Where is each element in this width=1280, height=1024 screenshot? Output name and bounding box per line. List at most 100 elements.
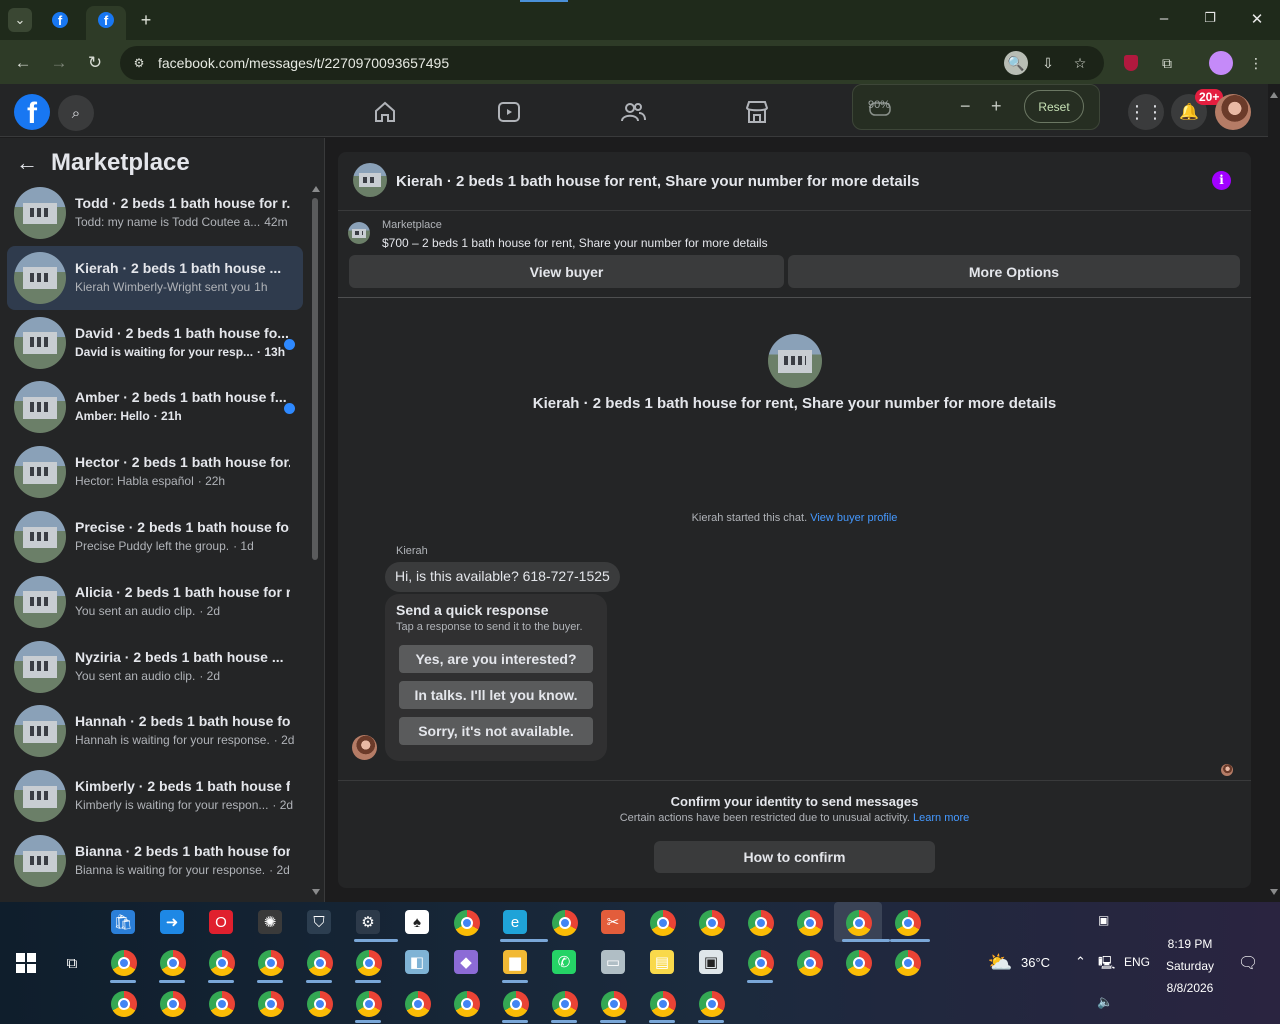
browser-menu-icon[interactable]: ⋮ — [1244, 51, 1268, 75]
new-tab-button[interactable]: + — [134, 8, 158, 32]
cards-taskbar-icon[interactable]: ♠ — [405, 910, 429, 934]
info-icon[interactable]: i — [1212, 171, 1231, 190]
facebook-logo[interactable]: f — [14, 94, 50, 130]
shield-taskbar-icon[interactable]: ⛉ — [307, 910, 331, 934]
chrome-taskbar-icon[interactable] — [699, 991, 725, 1017]
page-scroll-up-icon[interactable] — [1270, 92, 1278, 98]
chrome-taskbar-icon[interactable] — [503, 991, 529, 1017]
volume-icon[interactable]: 🔈 — [1097, 994, 1113, 1010]
chrome-taskbar-icon[interactable] — [601, 991, 627, 1017]
chrome-taskbar-icon[interactable] — [307, 950, 333, 976]
minimize-button[interactable]: – — [1154, 10, 1174, 27]
tray-app-icon[interactable]: ▣ — [1098, 913, 1109, 927]
learn-more-link[interactable]: Learn more — [913, 812, 969, 824]
copilot-taskbar-icon[interactable]: ◆ — [454, 950, 478, 974]
search-icon[interactable]: ⌕ — [58, 95, 94, 131]
scroll-up-arrow-icon[interactable] — [312, 186, 320, 192]
scroll-down-arrow-icon[interactable] — [312, 889, 320, 895]
url-text[interactable]: facebook.com/messages/t/2270970093657495 — [158, 55, 449, 71]
doc-taskbar-icon[interactable]: ◧ — [405, 950, 429, 974]
language-indicator[interactable]: ENG — [1124, 955, 1150, 969]
notification-center-icon[interactable]: 🗨 — [1238, 953, 1258, 973]
weather-icon[interactable]: ⛅ — [988, 950, 1013, 974]
whatsapp-taskbar-icon[interactable]: ✆ — [552, 950, 576, 974]
tab-search-dropdown[interactable]: ⌄ — [8, 8, 32, 32]
chrome-taskbar-icon[interactable] — [111, 991, 137, 1017]
more-options-button[interactable]: More Options — [788, 255, 1240, 288]
chrome-taskbar-icon[interactable] — [552, 991, 578, 1017]
bookmark-star-icon[interactable]: ☆ — [1068, 51, 1092, 75]
task-view-icon[interactable]: ⧉ — [60, 951, 84, 975]
chrome-taskbar-icon[interactable] — [797, 950, 823, 976]
monitor-taskbar-icon[interactable]: ▭ — [601, 950, 625, 974]
reload-icon[interactable]: ↻ — [84, 52, 106, 74]
folder-taskbar-icon[interactable]: ▆ — [503, 950, 527, 974]
chrome-taskbar-icon[interactable] — [650, 910, 676, 936]
friends-icon[interactable] — [619, 98, 647, 126]
account-avatar[interactable] — [1215, 94, 1251, 130]
chrome-taskbar-icon[interactable] — [209, 991, 235, 1017]
chrome-taskbar-icon[interactable] — [356, 950, 382, 976]
back-arrow-icon[interactable]: ← — [12, 52, 34, 74]
menu-grid-icon[interactable]: ⋮⋮ — [1128, 94, 1164, 130]
taskbar-clock[interactable]: 8:19 PM Saturday 8/8/2026 — [1150, 933, 1230, 999]
opera-taskbar-icon[interactable]: O — [209, 910, 233, 934]
zoom-icon[interactable]: 🔍 — [1004, 51, 1028, 75]
chrome-taskbar-icon[interactable] — [405, 991, 431, 1017]
view-buyer-profile-link[interactable]: View buyer profile — [810, 512, 897, 524]
home-icon[interactable] — [371, 98, 399, 126]
video-icon[interactable] — [495, 98, 523, 126]
site-settings-icon[interactable]: ⚙ — [127, 51, 151, 75]
inactive-tab[interactable]: f — [48, 8, 72, 32]
how-to-confirm-button[interactable]: How to confirm — [654, 841, 935, 873]
chrome-taskbar-icon[interactable] — [258, 991, 284, 1017]
quick-response-not-available[interactable]: Sorry, it's not available. — [399, 717, 593, 745]
chrome-taskbar-icon[interactable] — [356, 991, 382, 1017]
note-taskbar-icon[interactable]: ▣ — [699, 950, 723, 974]
zoom-out-button[interactable]: − — [960, 96, 971, 117]
zoom-in-button[interactable]: + — [991, 96, 1002, 117]
chrome-taskbar-icon[interactable] — [307, 991, 333, 1017]
sender-avatar[interactable] — [352, 735, 377, 760]
chrome-taskbar-icon[interactable] — [846, 910, 872, 936]
view-buyer-button[interactable]: View buyer — [349, 255, 784, 288]
chrome-taskbar-icon[interactable] — [797, 910, 823, 936]
ublock-extension-icon[interactable] — [1119, 51, 1143, 75]
inbox-scrollbar[interactable] — [312, 198, 318, 560]
back-arrow-icon[interactable]: ← — [16, 150, 38, 176]
profile-avatar-icon[interactable] — [1209, 51, 1233, 75]
chrome-taskbar-icon[interactable] — [846, 950, 872, 976]
chrome-taskbar-icon[interactable] — [895, 910, 921, 936]
chrome-taskbar-icon[interactable] — [209, 950, 235, 976]
tray-chevron-icon[interactable]: ⌃ — [1075, 954, 1086, 970]
page-scroll-down-icon[interactable] — [1270, 889, 1278, 895]
extensions-puzzle-icon[interactable]: ⧉ — [1155, 51, 1179, 75]
chrome-taskbar-icon[interactable] — [748, 910, 774, 936]
openai-taskbar-icon[interactable]: ✺ — [258, 910, 282, 934]
chrome-taskbar-icon[interactable] — [650, 991, 676, 1017]
page-scrollbar[interactable] — [1268, 84, 1280, 902]
chrome-taskbar-icon[interactable] — [111, 950, 137, 976]
chrome-taskbar-icon[interactable] — [895, 950, 921, 976]
tile-taskbar-icon[interactable]: ➜ — [160, 910, 184, 934]
restore-button[interactable]: ❐ — [1200, 10, 1220, 26]
forward-arrow-icon[interactable]: → — [48, 52, 70, 74]
listing-large-avatar[interactable] — [768, 334, 822, 388]
chrome-taskbar-icon[interactable] — [454, 991, 480, 1017]
listing-description[interactable]: $700 – 2 beds 1 bath house for rent, Sha… — [382, 236, 768, 250]
flame-taskbar-icon[interactable]: ✂ — [601, 910, 625, 934]
chrome-taskbar-icon[interactable] — [258, 950, 284, 976]
zoom-reset-button[interactable]: Reset — [1024, 90, 1084, 123]
close-window-button[interactable]: ✕ — [1247, 10, 1267, 28]
chrome-taskbar-icon[interactable] — [748, 950, 774, 976]
edge-taskbar-icon[interactable]: e — [503, 910, 527, 934]
network-icon[interactable]: 🖳 — [1098, 954, 1115, 976]
marketplace-icon[interactable] — [743, 98, 771, 126]
install-app-icon[interactable]: ⇩ — [1036, 51, 1060, 75]
listing-avatar[interactable] — [353, 163, 387, 197]
windows-start-icon[interactable] — [14, 951, 38, 975]
incoming-message[interactable]: Hi, is this available? 618-727-1525 — [385, 562, 620, 592]
store-taskbar-icon[interactable]: 🛍 — [111, 910, 135, 934]
chrome-taskbar-icon[interactable] — [454, 910, 480, 936]
chrome-taskbar-icon[interactable] — [160, 950, 186, 976]
